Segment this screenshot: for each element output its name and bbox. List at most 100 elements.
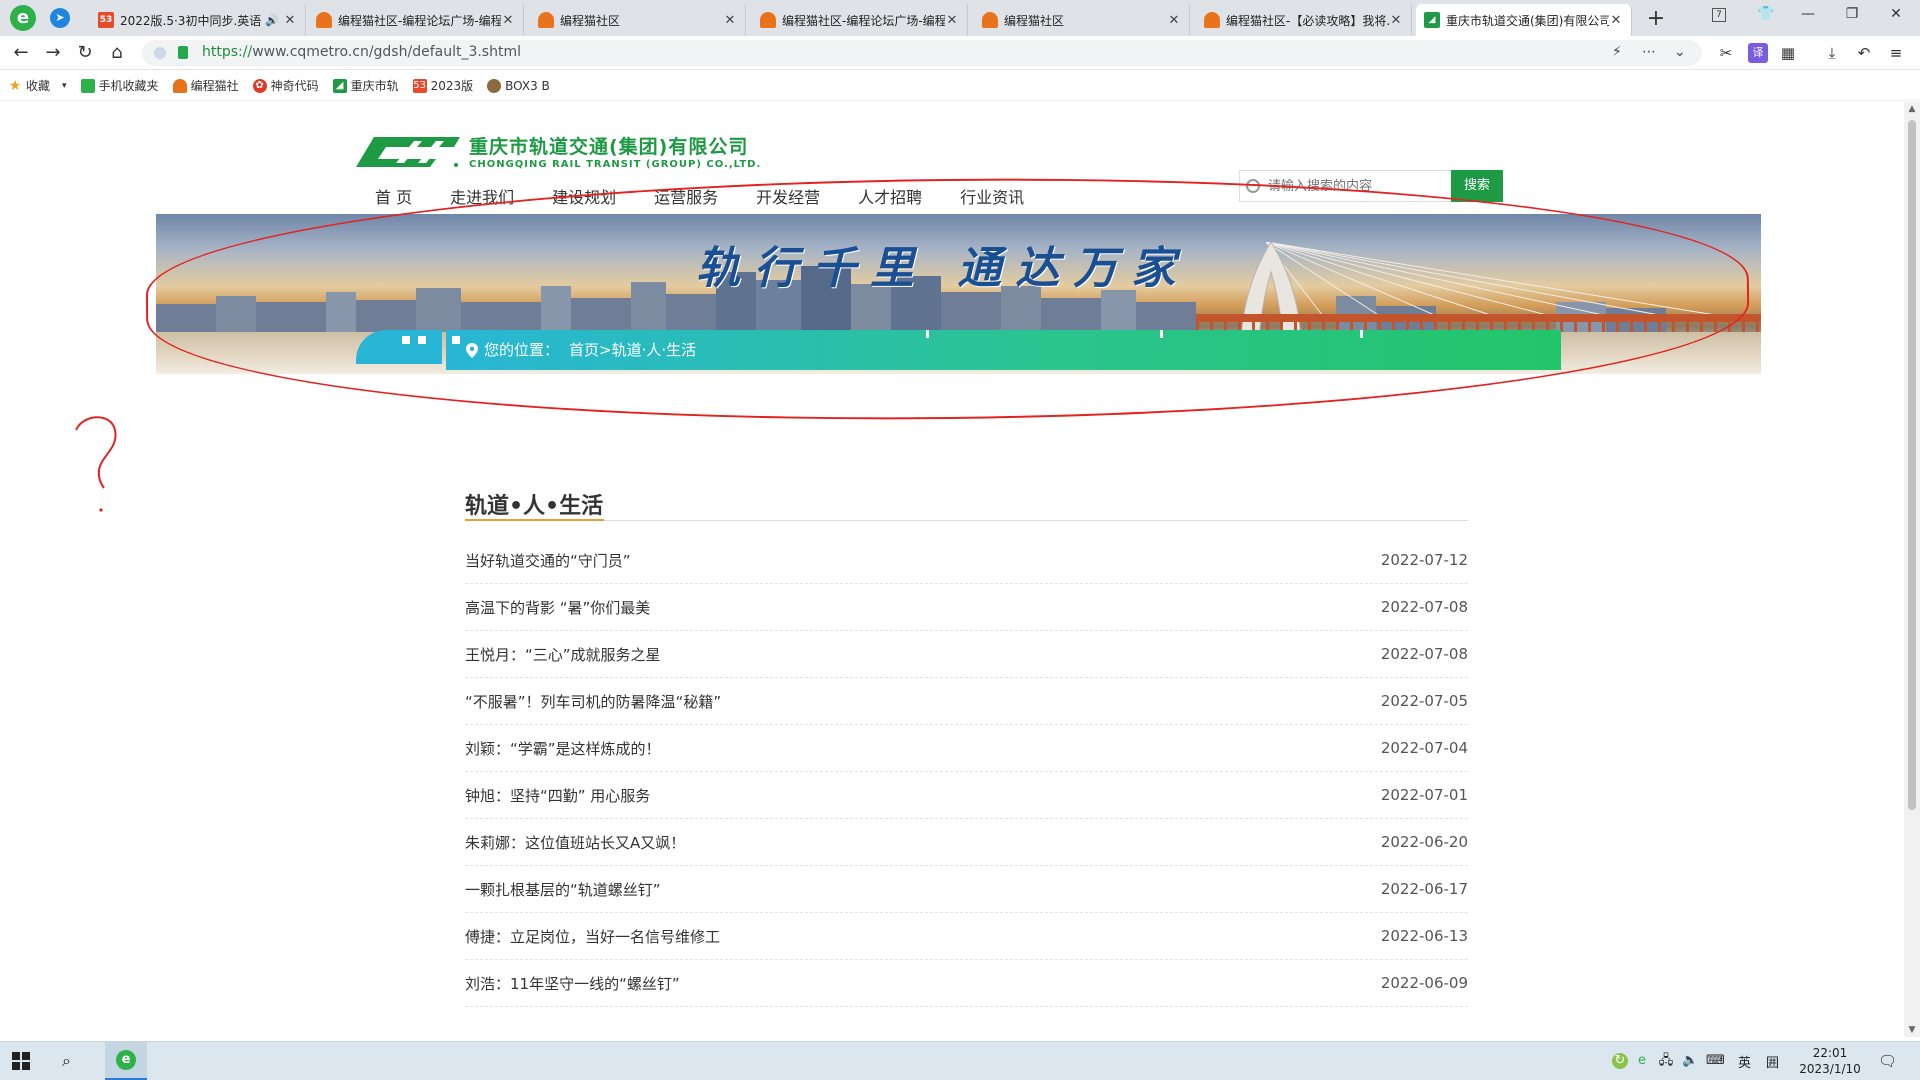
bookmark-codemao[interactable]: 编程猫社 (172, 77, 239, 94)
volume-icon[interactable]: 🔈 (1682, 1053, 1698, 1069)
nav-home[interactable]: 首 页 (356, 180, 432, 216)
close-tab-icon[interactable]: ✕ (1167, 13, 1181, 28)
close-tab-icon[interactable]: ✕ (1389, 13, 1403, 28)
shirt-icon[interactable]: 👕 (1754, 6, 1778, 22)
page-scrollbar[interactable]: ▲ ▼ (1904, 102, 1920, 1037)
close-tab-icon[interactable]: ✕ (723, 13, 737, 28)
tray-browser-icon[interactable]: e (1634, 1053, 1650, 1069)
keyboard-icon[interactable]: ⌨ (1706, 1053, 1725, 1069)
ime-mode-indicator[interactable]: 囲 (1766, 1052, 1779, 1071)
bookmark-2023[interactable]: 53 2023版 (412, 77, 473, 94)
bookmark-cqmetro[interactable]: ◢ 重庆市轨 (332, 77, 399, 94)
tab-count-badge[interactable]: 7 (1712, 8, 1726, 22)
new-tab-button[interactable]: + (1644, 6, 1668, 31)
article-title[interactable]: 傅捷：立足岗位，当好一名信号维修工 (465, 926, 720, 947)
list-item[interactable]: 朱莉娜：这位值班站长又A又飒！ 2022-06-20 (465, 819, 1468, 866)
logo-english-name: CHONGQING RAIL TRANSIT (GROUP) CO.,LTD. (469, 159, 762, 170)
download-icon[interactable]: ⤓ (1822, 43, 1842, 63)
article-title[interactable]: “不服暑”！列车司机的防暑降温“秘籍” (465, 691, 721, 712)
address-bar[interactable]: https://www.cqmetro.cn/gdsh/default_3.sh… (142, 40, 1702, 66)
cqmetro-logo-icon (356, 133, 461, 169)
browser-tab-2[interactable]: 编程猫社区 ✕ (530, 4, 746, 36)
nav-recruitment[interactable]: 人才招聘 (839, 180, 941, 216)
bookmark-magic-code[interactable]: ✿ 神奇代码 (252, 77, 319, 94)
more-dots-icon[interactable]: ⋯ (1642, 44, 1656, 60)
list-item[interactable]: “不服暑”！列车司机的防暑降温“秘籍” 2022-07-05 (465, 678, 1468, 725)
nav-operation-service[interactable]: 运营服务 (635, 180, 737, 216)
taskbar-browser-app[interactable]: e (105, 1042, 147, 1080)
minimize-icon[interactable]: — (1796, 6, 1820, 22)
close-tab-icon[interactable]: ✕ (283, 13, 297, 28)
article-title[interactable]: 王悦月：“三心”成就服务之星 (465, 644, 661, 665)
reload-icon[interactable]: ↻ (74, 42, 96, 64)
notification-icon[interactable]: 🗨 (1878, 1053, 1897, 1069)
article-title[interactable]: 一颗扎根基层的“轨道螺丝钉” (465, 879, 661, 900)
browser-tab-0[interactable]: 53 2022版.5·3初中同步.英语... 🔊 ✕ (90, 4, 306, 36)
list-item[interactable]: 钟旭：坚持“四勤” 用心服务 2022-07-01 (465, 772, 1468, 819)
article-title[interactable]: 刘颖：“学霸”是这样炼成的！ (465, 738, 661, 759)
browser-tab-4[interactable]: 编程猫社区 ✕ (974, 4, 1190, 36)
back-arrow-icon[interactable]: ← (10, 42, 32, 64)
article-date: 2022-07-08 (1380, 645, 1468, 663)
telegram-icon[interactable]: ➤ (50, 8, 70, 28)
list-item[interactable]: 傅捷：立足岗位，当好一名信号维修工 2022-06-13 (465, 913, 1468, 960)
url-text[interactable]: https://www.cqmetro.cn/gdsh/default_3.sh… (202, 44, 521, 60)
undo-icon[interactable]: ↶ (1854, 43, 1874, 63)
site-logo[interactable]: 重庆市轨道交通(集团)有限公司 CHONGQING RAIL TRANSIT (… (356, 132, 761, 170)
search-button[interactable]: 搜索 (1451, 170, 1503, 202)
ime-language-indicator[interactable]: 英 (1738, 1052, 1751, 1071)
tray-app-icon[interactable]: ↻ (1612, 1053, 1628, 1069)
bookmark-label: 手机收藏夹 (98, 79, 159, 93)
scissors-icon[interactable]: ✂ (1716, 43, 1736, 63)
apps-grid-icon[interactable]: ▦ (1778, 43, 1798, 63)
article-title[interactable]: 钟旭：坚持“四勤” 用心服务 (465, 785, 650, 806)
bookmark-favorites[interactable]: ★ 收藏 ▾ (8, 77, 67, 94)
breadcrumb-current[interactable]: 轨道·人·生活 (612, 330, 697, 370)
list-item[interactable]: 刘颖：“学霸”是这样炼成的！ 2022-07-04 (465, 725, 1468, 772)
menu-icon[interactable]: ≡ (1886, 43, 1906, 63)
close-tab-icon[interactable]: ✕ (501, 13, 515, 28)
translate-icon[interactable]: 译 (1748, 43, 1768, 63)
nav-industry-news[interactable]: 行业资讯 (941, 180, 1043, 216)
list-item[interactable]: 刘浩：11年坚守一线的“螺丝钉” 2022-06-09 (465, 960, 1468, 1007)
article-title[interactable]: 当好轨道交通的“守门员” (465, 550, 631, 571)
list-item[interactable]: 一颗扎根基层的“轨道螺丝钉” 2022-06-17 (465, 866, 1468, 913)
close-window-icon[interactable]: ✕ (1884, 6, 1908, 22)
list-item[interactable]: 当好轨道交通的“守门员” 2022-07-12 (465, 537, 1468, 584)
article-title[interactable]: 高温下的背影 “暑”你们最美 (465, 597, 650, 618)
restore-icon[interactable]: ❐ (1840, 6, 1864, 22)
scroll-thumb[interactable] (1908, 120, 1916, 810)
lock-icon[interactable] (178, 46, 188, 59)
network-icon[interactable]: 🖧 (1658, 1053, 1674, 1069)
list-item[interactable]: 高温下的背影 “暑”你们最美 2022-07-08 (465, 584, 1468, 631)
home-icon[interactable]: ⌂ (106, 42, 128, 64)
breadcrumb-home-link[interactable]: 首页 (569, 330, 599, 370)
bookmark-box3[interactable]: BOX3 B (487, 78, 550, 93)
forward-arrow-icon[interactable]: → (42, 42, 64, 64)
nav-about-us[interactable]: 走进我们 (431, 180, 533, 216)
system-clock[interactable]: 22:01 2023/1/10 (1795, 1045, 1865, 1077)
list-item[interactable]: 王悦月：“三心”成就服务之星 2022-07-08 (465, 631, 1468, 678)
browser-tab-1[interactable]: 编程猫社区-编程论坛广场-编程... ✕ (308, 4, 524, 36)
article-title[interactable]: 朱莉娜：这位值班站长又A又飒！ (465, 832, 685, 853)
search-icon (1246, 179, 1260, 193)
browser-logo-icon[interactable]: e (10, 5, 36, 31)
search-input[interactable] (1268, 171, 1448, 201)
browser-tab-5[interactable]: 编程猫社区-【必读攻略】我将... ✕ (1196, 4, 1412, 36)
caret-down-icon[interactable]: ▾ (62, 81, 67, 91)
browser-tab-6-active[interactable]: ◢ 重庆市轨道交通(集团)有限公司... ✕ (1416, 4, 1632, 36)
close-tab-icon[interactable]: ✕ (1609, 13, 1623, 28)
scroll-up-arrow-icon[interactable]: ▲ (1904, 104, 1920, 114)
chevron-down-icon[interactable]: ⌄ (1674, 44, 1686, 60)
browser-tab-3[interactable]: 编程猫社区-编程论坛广场-编程... ✕ (752, 4, 968, 36)
scroll-down-arrow-icon[interactable]: ▼ (1904, 1025, 1920, 1035)
nav-development-business[interactable]: 开发经营 (737, 180, 839, 216)
bookmark-mobile[interactable]: 手机收藏夹 (80, 77, 159, 94)
taskbar-search-icon[interactable]: ⌕ (62, 1051, 82, 1071)
close-tab-icon[interactable]: ✕ (945, 13, 959, 28)
windows-start-icon[interactable] (12, 1052, 30, 1070)
nav-construction-planning[interactable]: 建设规划 (533, 180, 635, 216)
speaker-icon[interactable]: 🔊 (265, 14, 279, 27)
lightning-icon[interactable]: ⚡ (1612, 44, 1622, 60)
article-title[interactable]: 刘浩：11年坚守一线的“螺丝钉” (465, 973, 680, 994)
